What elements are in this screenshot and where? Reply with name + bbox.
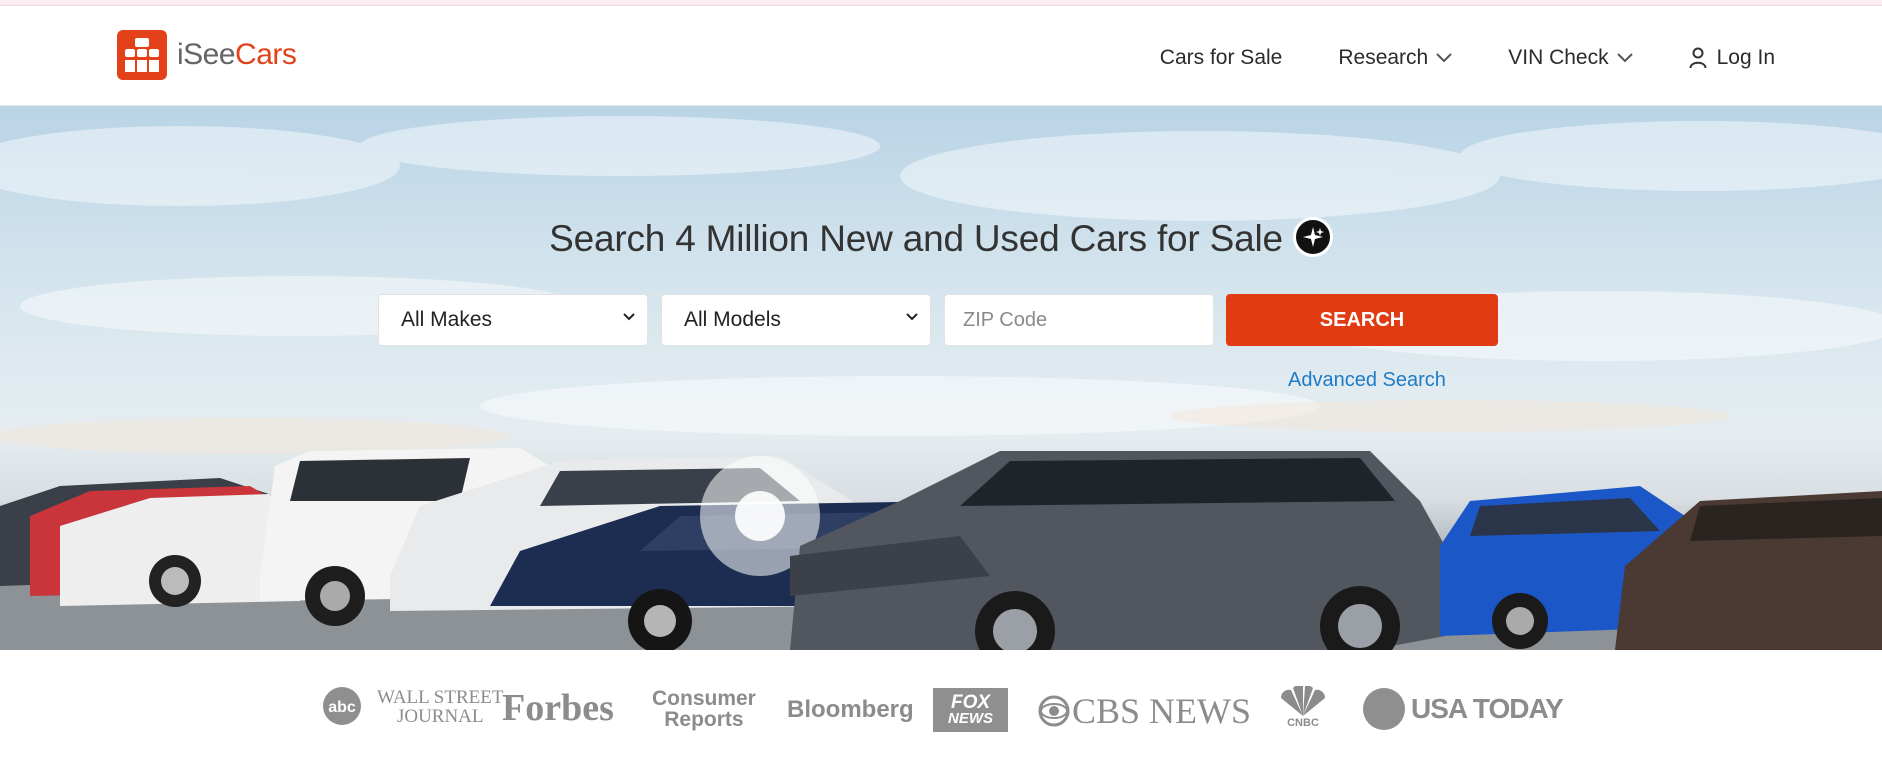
svg-text:abc: abc — [328, 699, 356, 716]
hero-section: Search 4 Million New and Used Cars for S… — [0, 106, 1882, 650]
models-select-value: All Models — [684, 308, 781, 331]
car-lot-image — [0, 116, 1882, 650]
chevron-down-icon — [623, 313, 635, 321]
press-logos-bar: abc WALL STREET JOURNAL Forbes Consumer … — [0, 650, 1882, 762]
user-icon — [1689, 47, 1707, 69]
wsj-line2: JOURNAL — [396, 706, 484, 727]
advanced-search-link[interactable]: Advanced Search — [1288, 369, 1446, 392]
logo-icon — [117, 30, 167, 80]
fox-line2: NEWS — [948, 709, 993, 727]
nav-log-in[interactable]: Log In — [1689, 46, 1775, 70]
logo-wordmark: iSeeCars — [177, 38, 297, 72]
fox-news-logo: FOX NEWS — [933, 688, 1008, 732]
logo-text-cars: Cars — [235, 38, 297, 71]
wsj-line1: WALL STREET — [377, 687, 504, 708]
forbes-logo: Forbes — [502, 686, 614, 730]
forbes-text: Forbes — [502, 687, 614, 729]
nav-label: Log In — [1716, 46, 1775, 69]
nav-label: Cars for Sale — [1159, 46, 1283, 69]
chevron-down-icon — [906, 313, 918, 321]
nav-research[interactable]: Research — [1338, 46, 1452, 70]
abc-logo: abc — [322, 686, 362, 726]
makes-select[interactable]: All Makes — [378, 294, 648, 346]
hero-title: Search 4 Million New and Used Cars for S… — [0, 216, 1882, 260]
cnbc-text: CNBC — [1287, 717, 1319, 729]
search-bar: All Makes All Models SEARCH — [378, 294, 1498, 346]
cr-line2: Reports — [664, 708, 744, 731]
models-select[interactable]: All Models — [661, 294, 931, 346]
logo-text-isee: iSee — [177, 38, 236, 71]
consumer-reports-logo: Consumer Reports — [652, 688, 756, 730]
makes-select-value: All Makes — [401, 308, 493, 331]
cbs-news-logo: CBS NEWS — [1038, 690, 1251, 732]
usa-today-logo: USA TODAY — [1363, 688, 1564, 730]
bloomberg-logo: Bloomberg — [787, 696, 914, 724]
nav-label: Research — [1338, 46, 1429, 69]
nav-cars-for-sale[interactable]: Cars for Sale — [1160, 46, 1283, 70]
nav-label: VIN Check — [1508, 46, 1609, 69]
site-logo[interactable]: iSeeCars — [117, 30, 297, 80]
site-header: iSeeCars Cars for Sale Research VIN Chec… — [0, 6, 1882, 106]
chevron-down-icon — [1616, 53, 1633, 63]
cr-line1: Consumer — [652, 687, 756, 710]
hero-title-text: Search 4 Million New and Used Cars for S… — [549, 218, 1283, 260]
zip-code-input[interactable] — [944, 294, 1214, 346]
wsj-logo: WALL STREET JOURNAL — [377, 688, 503, 726]
nav-vin-check[interactable]: VIN Check — [1508, 46, 1633, 70]
bloomberg-text: Bloomberg — [787, 696, 914, 723]
peacock-icon — [1280, 686, 1326, 716]
search-button[interactable]: SEARCH — [1226, 294, 1498, 346]
cbs-text: CBS NEWS — [1072, 691, 1252, 731]
chevron-down-icon — [1436, 53, 1452, 63]
usa-today-circle-icon — [1363, 688, 1405, 730]
cnbc-logo: CNBC — [1273, 686, 1333, 729]
usa-today-text: USA TODAY — [1411, 693, 1564, 724]
cbs-eye-icon — [1038, 695, 1070, 727]
main-nav: Cars for Sale Research VIN Check Log In — [1104, 41, 1775, 75]
sparkle-chat-icon[interactable] — [1292, 217, 1333, 258]
